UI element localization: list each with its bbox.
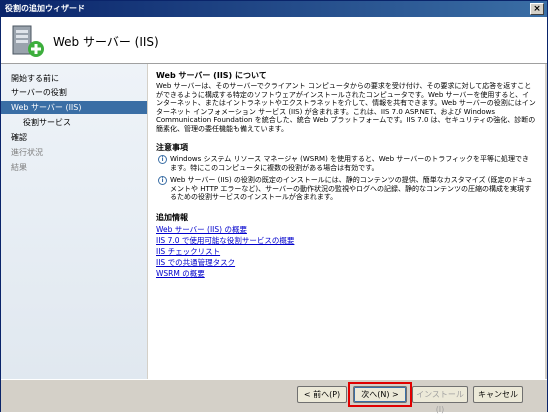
- content-edge: [545, 64, 547, 379]
- install-button: インストール(I): [412, 386, 468, 414]
- link-role-services-overview[interactable]: IIS 7.0 で使用可能な役割サービスの概要: [156, 236, 294, 246]
- button-bar: < 前へ(P) 次へ(N) > インストール(I) キャンセル: [1, 379, 547, 414]
- intro-heading: Web サーバー (IIS) について: [156, 71, 267, 80]
- back-button[interactable]: < 前へ(P): [297, 386, 347, 403]
- nav-item-results: 結果: [11, 163, 27, 172]
- title-bar: 役割の追加ウィザード ×: [1, 1, 547, 17]
- more-info-heading: 追加情報: [156, 213, 188, 222]
- link-iis-checklist[interactable]: IIS チェックリスト: [156, 247, 220, 257]
- nav-item-web-server[interactable]: Web サーバー (IIS): [1, 101, 147, 114]
- page-title: Web サーバー (IIS): [53, 35, 159, 49]
- wizard-header: Web サーバー (IIS): [1, 17, 547, 64]
- notes-heading: 注意事項: [156, 143, 188, 152]
- nav-item-progress: 進行状況: [11, 148, 43, 157]
- nav-item-before-you-begin[interactable]: 開始する前に: [11, 72, 59, 85]
- link-web-server-overview[interactable]: Web サーバー (IIS) の概要: [156, 225, 247, 235]
- nav-item-role-services[interactable]: 役割サービス: [23, 116, 71, 129]
- window-title: 役割の追加ウィザード: [5, 4, 85, 13]
- next-button-highlight: [348, 382, 412, 407]
- info-icon: i: [158, 176, 167, 185]
- nav-item-confirmation[interactable]: 確認: [11, 131, 27, 144]
- link-wsrm-overview[interactable]: WSRM の概要: [156, 269, 205, 279]
- close-button[interactable]: ×: [530, 3, 544, 15]
- content-pane: Web サーバー (IIS) について Web サーバーは、そのサーバーでクライ…: [148, 64, 547, 379]
- wizard-nav: 開始する前に サーバーの役割 Web サーバー (IIS) 役割サービス 確認 …: [1, 64, 147, 411]
- link-iis-common-tasks[interactable]: IIS での共通管理タスク: [156, 258, 235, 268]
- intro-text: Web サーバーは、そのサーバーでクライアント コンピュータからの要求を受け付け…: [156, 82, 536, 133]
- cancel-button[interactable]: キャンセル: [473, 386, 523, 403]
- note-text: Web サーバー (IIS) の役割の既定のインストールには、静的コンテンツの提…: [170, 176, 533, 201]
- server-add-icon: [12, 25, 44, 57]
- info-icon: i: [158, 155, 167, 164]
- note-text: Windows システム リソース マネージャ (WSRM) を使用すると、We…: [170, 155, 530, 172]
- wizard-window: 役割の追加ウィザード × Web サーバー (IIS) 開始する前に サーバーの…: [0, 0, 548, 414]
- nav-item-server-roles[interactable]: サーバーの役割: [11, 86, 67, 99]
